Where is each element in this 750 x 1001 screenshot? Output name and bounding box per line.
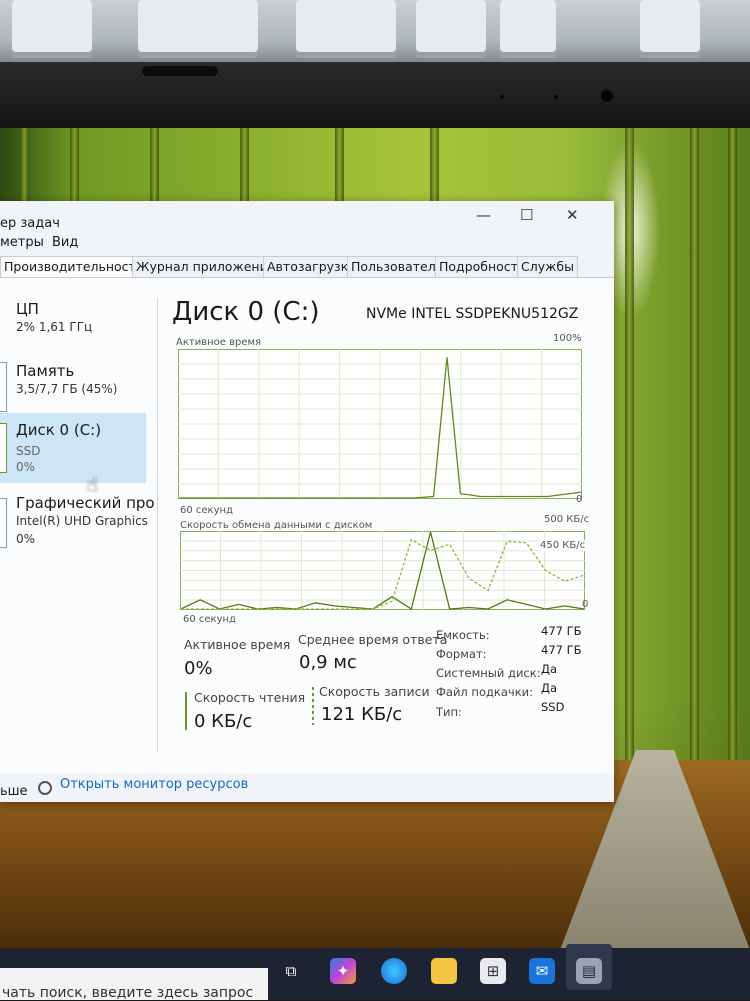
write-speed-indicator: [312, 687, 314, 725]
task-manager-taskbar-icon[interactable]: ▤: [576, 958, 602, 984]
taskbar-search-placeholder: чать поиск, введите здесь запрос: [2, 985, 254, 1001]
bezel-notch: [142, 66, 218, 76]
close-button[interactable]: ✕: [566, 206, 579, 224]
tab-app-history[interactable]: Журнал приложений: [132, 256, 280, 277]
disk-thumbnail: [0, 423, 7, 473]
laptop-bezel: [0, 62, 750, 132]
sidebar-item-gpu[interactable]: Графический про Intel(R) UHD Graphics 0%: [0, 492, 155, 554]
read-speed-label: Скорость чтения: [194, 690, 306, 705]
response-time-value: 0,9 мс: [299, 652, 357, 673]
sidebar-item-usage: 0%: [16, 532, 36, 546]
response-time-label: Среднее время ответа: [298, 632, 448, 647]
prop-format-label: Формат:: [436, 647, 487, 661]
active-time-graph: [178, 349, 582, 499]
webcam: [601, 90, 613, 102]
menu-options[interactable]: метры: [0, 235, 44, 250]
shelf-item: [416, 0, 486, 58]
mouse-pointer-icon: ☝: [86, 472, 99, 496]
prop-capacity-value: 477 ГБ: [541, 624, 582, 638]
shelf-item: [296, 0, 396, 58]
graph1-time: 60 секунд: [180, 505, 233, 516]
task-view-icon[interactable]: ⧉: [278, 958, 304, 984]
tab-details[interactable]: Подробности: [435, 256, 531, 277]
write-speed-value: 121 КБ/с: [321, 704, 403, 725]
tab-performance[interactable]: Производительность: [0, 256, 148, 277]
sensor-dot: [554, 95, 558, 99]
prop-system-disk-value: Да: [541, 662, 558, 676]
sidebar-item-label: Диск 0 (C:): [16, 421, 102, 439]
gpu-thumbnail: [0, 498, 7, 548]
graph2-mid: 450 КБ/с: [540, 540, 586, 551]
tab-startup[interactable]: Автозагрузка: [263, 256, 360, 277]
sidebar-item-detail: SSD: [16, 444, 41, 458]
edge-icon[interactable]: [381, 958, 407, 984]
sidebar-item-usage: 0%: [16, 460, 36, 474]
active-time-label: Активное время: [184, 637, 291, 652]
resource-monitor-icon[interactable]: [38, 781, 52, 795]
graph2-label: Скорость обмена данными с диском: [180, 520, 373, 531]
shelf-item: [138, 0, 258, 58]
sidebar-item-detail: Intel(R) UHD Graphics: [16, 514, 148, 528]
sidebar-item-cpu[interactable]: ЦП 2% 1,61 ГГц: [0, 296, 146, 354]
prop-type-label: Тип:: [436, 705, 462, 719]
wallpaper-bamboo: [728, 128, 737, 768]
wallpaper-bamboo: [690, 128, 699, 768]
tab-services[interactable]: Службы: [517, 256, 578, 277]
sensor-dot: [500, 95, 504, 99]
minimize-button[interactable]: —: [476, 206, 491, 224]
prop-type-value: SSD: [541, 700, 565, 714]
wallpaper-bamboo: [625, 128, 634, 768]
fewer-details-link[interactable]: ьше: [0, 784, 28, 799]
prop-system-disk-label: Системный диск:: [436, 666, 541, 680]
sidebar-item-detail: 3,5/7,7 ГБ (45%): [16, 382, 118, 396]
tab-users[interactable]: Пользователи: [347, 256, 448, 277]
shelf-item: [500, 0, 556, 58]
active-time-value: 0%: [184, 658, 213, 679]
graph2-min: 0: [582, 599, 589, 610]
prop-pagefile-label: Файл подкачки:: [436, 685, 534, 699]
disk-model: NVMe INTEL SSDPEKNU512GZ: [366, 306, 579, 322]
store-icon[interactable]: ⊞: [480, 958, 506, 984]
graph1-max: 100%: [553, 333, 582, 344]
graph1-label: Активное время: [176, 337, 262, 348]
prop-pagefile-value: Да: [541, 681, 558, 695]
sidebar-item-label: ЦП: [16, 300, 39, 318]
sidebar-item-disk0[interactable]: Диск 0 (C:) SSD 0%: [0, 413, 146, 483]
sidebar-item-memory[interactable]: Память 3,5/7,7 ГБ (45%): [0, 358, 146, 416]
prop-format-value: 477 ГБ: [541, 643, 582, 657]
window-title: ер задач: [0, 216, 60, 231]
sidebar-item-label: Память: [16, 362, 75, 380]
open-resource-monitor-link[interactable]: Открыть монитор ресурсов: [60, 777, 248, 792]
read-speed-value: 0 КБ/с: [194, 711, 253, 732]
shelf-item: [12, 0, 92, 58]
graph2-max: 500 КБ/с: [544, 514, 590, 525]
prop-capacity-label: Емкость:: [436, 628, 490, 642]
graph1-min: 0: [576, 494, 583, 505]
sidebar-item-label: Графический про: [16, 494, 155, 512]
memory-thumbnail: [0, 362, 7, 412]
pane-divider[interactable]: [157, 298, 158, 753]
file-explorer-icon[interactable]: [431, 958, 457, 984]
write-speed-label: Скорость записи: [319, 684, 430, 699]
disk-title: Диск 0 (C:): [172, 297, 320, 327]
copilot-icon[interactable]: ✦: [330, 958, 356, 984]
shelf-item: [640, 0, 700, 58]
graph2-time: 60 секунд: [183, 614, 236, 625]
read-speed-indicator: [185, 692, 187, 730]
sidebar-item-detail: 2% 1,61 ГГц: [16, 320, 93, 334]
menu-view[interactable]: Вид: [52, 235, 78, 250]
transfer-rate-graph: [180, 531, 585, 610]
outlook-icon[interactable]: ✉: [529, 958, 555, 984]
maximize-button[interactable]: ☐: [520, 206, 533, 224]
